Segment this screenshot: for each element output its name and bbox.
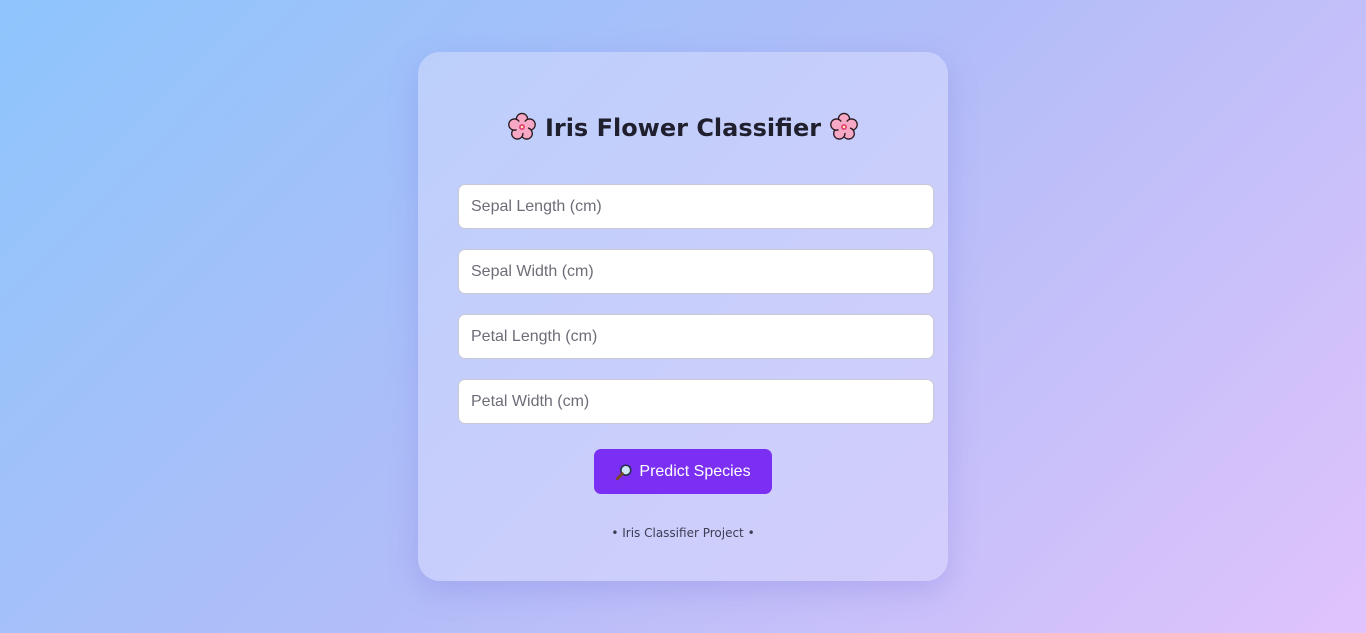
classifier-card: Iris Flower Classifier Predict Species •… [418,52,948,581]
footer-text: • Iris Classifier Project • [611,526,755,540]
sepal-length-input[interactable] [458,184,934,229]
title-text: Iris Flower Classifier [544,114,822,142]
petal-length-input[interactable] [458,314,934,359]
petal-width-input[interactable] [458,379,934,424]
page-title: Iris Flower Classifier [418,112,948,142]
predict-button-label: Predict Species [639,462,751,480]
sepal-width-input[interactable] [458,249,934,294]
cherry-blossom-icon [830,112,858,140]
predict-species-button[interactable]: Predict Species [594,449,772,494]
cherry-blossom-icon [508,112,536,140]
magnifier-icon [616,463,632,480]
